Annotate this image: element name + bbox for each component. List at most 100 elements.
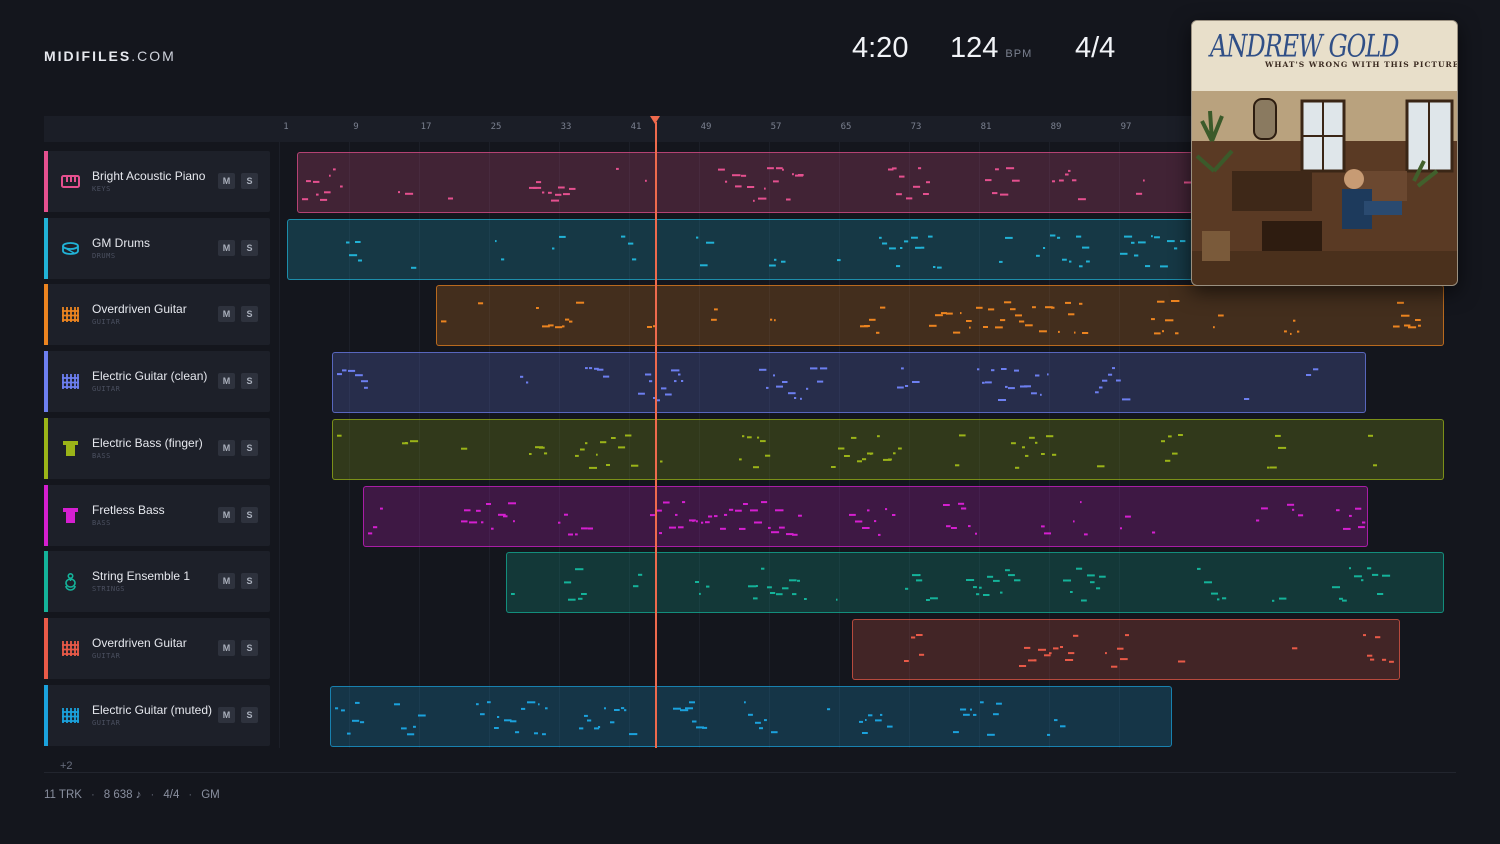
- more-tracks-indicator[interactable]: +2: [60, 760, 73, 772]
- clip-notes: [335, 701, 1066, 736]
- strings-icon: [61, 572, 80, 591]
- track-name: Overdriven Guitar: [92, 636, 187, 650]
- track-header[interactable]: Overdriven Guitar GUITAR M S: [44, 284, 270, 345]
- track-color-bar: [44, 485, 48, 546]
- clip-notes: [368, 501, 1366, 536]
- midi-clip[interactable]: [332, 419, 1444, 480]
- ruler-tick-label: 57: [770, 122, 782, 132]
- app-logo: MIDIFILES.COM: [44, 48, 176, 64]
- ruler-tick-label: 73: [910, 122, 922, 132]
- midi-clip[interactable]: [332, 352, 1366, 413]
- track-color-bar: [44, 685, 48, 746]
- song-time: 4:20: [852, 32, 909, 64]
- logo-domain: .COM: [131, 48, 176, 64]
- ruler-tick-label: 33: [560, 122, 572, 132]
- mute-button[interactable]: M: [218, 173, 235, 189]
- tempo-unit: BPM: [1005, 48, 1033, 60]
- solo-button[interactable]: S: [241, 306, 258, 322]
- track-name: Overdriven Guitar: [92, 302, 187, 316]
- midi-standard: GM: [201, 789, 220, 801]
- track-name: Electric Bass (finger): [92, 436, 203, 450]
- mute-button[interactable]: M: [218, 440, 235, 456]
- clip-notes: [337, 367, 1319, 402]
- bass-icon: [61, 506, 80, 525]
- track-name: String Ensemble 1: [92, 569, 191, 583]
- midi-clip[interactable]: [852, 619, 1400, 680]
- clip-notes: [346, 234, 1186, 269]
- solo-button[interactable]: S: [241, 640, 258, 656]
- solo-button[interactable]: S: [241, 707, 258, 723]
- track-color-bar: [44, 218, 48, 279]
- ruler-tick-label: 97: [1120, 122, 1132, 132]
- mute-button[interactable]: M: [218, 507, 235, 523]
- track-header[interactable]: GM Drums DRUMS M S: [44, 218, 270, 279]
- footer-time-signature: 4/4: [163, 789, 180, 801]
- track-count: 11 TRK: [44, 789, 82, 801]
- midi-clip[interactable]: [363, 486, 1368, 547]
- track-header[interactable]: String Ensemble 1 STRINGS M S: [44, 551, 270, 612]
- guitar-grid-icon: [61, 305, 80, 324]
- track-color-bar: [44, 284, 48, 345]
- note-count: 8 638 ♪: [103, 789, 142, 801]
- playhead-handle[interactable]: [650, 116, 660, 124]
- ruler-tick-label: 81: [980, 122, 992, 132]
- bar-gridline: [279, 142, 280, 748]
- solo-button[interactable]: S: [241, 173, 258, 189]
- solo-button[interactable]: S: [241, 240, 258, 256]
- track-category: STRINGS: [92, 585, 126, 593]
- mute-button[interactable]: M: [218, 373, 235, 389]
- footer-separator: ·: [188, 789, 193, 801]
- midi-clip[interactable]: [506, 552, 1444, 613]
- ruler-tick-label: 1: [283, 122, 289, 132]
- track-name: Fretless Bass: [92, 503, 165, 517]
- mute-button[interactable]: M: [218, 240, 235, 256]
- ruler-tick-label: 17: [420, 122, 432, 132]
- tempo-display: 124 BPM: [950, 32, 1032, 72]
- mute-button[interactable]: M: [218, 707, 235, 723]
- album-artist: ANDREW GOLD: [1210, 28, 1399, 65]
- midi-clip[interactable]: [330, 686, 1172, 747]
- track-header[interactable]: Electric Bass (finger) BASS M S: [44, 418, 270, 479]
- solo-button[interactable]: S: [241, 440, 258, 456]
- track-category: DRUMS: [92, 252, 116, 260]
- track-category: GUITAR: [92, 652, 121, 660]
- track-name: Electric Guitar (clean): [92, 369, 208, 383]
- track-name: Bright Acoustic Piano: [92, 169, 206, 183]
- ruler-tick-label: 49: [700, 122, 712, 132]
- midi-clip[interactable]: [297, 152, 1193, 213]
- midi-clip[interactable]: [287, 219, 1193, 280]
- footer-separator: ·: [150, 789, 155, 801]
- mute-button[interactable]: M: [218, 640, 235, 656]
- solo-button[interactable]: S: [241, 573, 258, 589]
- track-category: GUITAR: [92, 719, 121, 727]
- clip-notes: [302, 167, 1192, 202]
- time-signature-display: 4/4: [1075, 32, 1116, 64]
- track-color-bar: [44, 418, 48, 479]
- track-category: BASS: [92, 452, 111, 460]
- track-color-bar: [44, 151, 48, 212]
- track-header[interactable]: Electric Guitar (clean) GUITAR M S: [44, 351, 270, 412]
- album-title: WHAT'S WRONG WITH THIS PICTURE?: [1265, 60, 1458, 69]
- track-name: Electric Guitar (muted): [92, 703, 213, 717]
- clip-notes: [904, 634, 1394, 668]
- track-color-bar: [44, 618, 48, 679]
- guitar-grid-icon: [61, 706, 80, 725]
- track-name: GM Drums: [92, 236, 150, 250]
- solo-button[interactable]: S: [241, 373, 258, 389]
- track-category: KEYS: [92, 185, 111, 193]
- mute-button[interactable]: M: [218, 306, 235, 322]
- playhead[interactable]: [655, 122, 657, 748]
- guitar-grid-icon: [61, 639, 80, 658]
- solo-button[interactable]: S: [241, 507, 258, 523]
- tempo-value: 124: [950, 32, 999, 64]
- midi-clip[interactable]: [436, 285, 1444, 346]
- drum-icon: [61, 239, 80, 258]
- track-header[interactable]: Fretless Bass BASS M S: [44, 485, 270, 546]
- track-header[interactable]: Electric Guitar (muted) GUITAR M S: [44, 685, 270, 746]
- track-color-bar: [44, 351, 48, 412]
- track-header[interactable]: Bright Acoustic Piano KEYS M S: [44, 151, 270, 212]
- bass-icon: [61, 439, 80, 458]
- mute-button[interactable]: M: [218, 573, 235, 589]
- track-header[interactable]: Overdriven Guitar GUITAR M S: [44, 618, 270, 679]
- guitar-grid-icon: [61, 372, 80, 391]
